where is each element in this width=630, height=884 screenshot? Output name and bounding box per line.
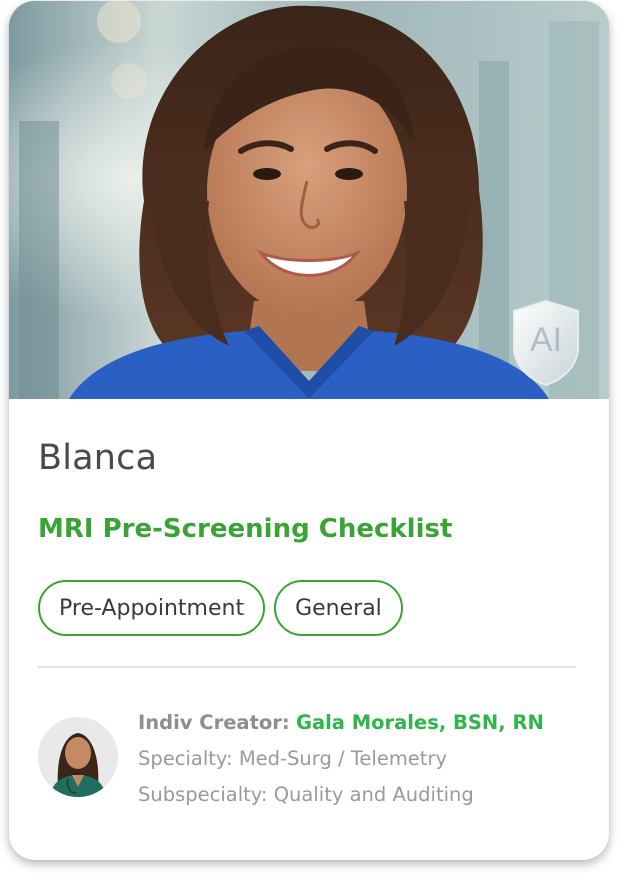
- shield-ai-icon: AI: [513, 299, 579, 387]
- subspecialty-value: Quality and Auditing: [273, 783, 474, 806]
- specialty-value: Med-Surg / Telemetry: [238, 747, 448, 770]
- tag-pre-appointment[interactable]: Pre-Appointment: [38, 580, 266, 636]
- divider: [38, 666, 576, 668]
- profile-photo: AI: [9, 1, 609, 399]
- checklist-title[interactable]: MRI Pre-Screening Checklist: [38, 514, 452, 544]
- profile-card[interactable]: AI Blanca MRI Pre-Screening Checklist Pr…: [9, 1, 609, 860]
- creator-line: Indiv Creator: Gala Morales, BSN, RN: [138, 709, 544, 745]
- creator-name[interactable]: Gala Morales, BSN, RN: [296, 711, 544, 734]
- ai-badge: AI: [512, 299, 580, 387]
- tag-list: Pre-Appointment General: [38, 580, 403, 636]
- tag-general[interactable]: General: [274, 580, 403, 636]
- subspecialty-label: Subspecialty:: [138, 783, 268, 806]
- agent-name: Blanca: [38, 438, 158, 478]
- specialty-line: Specialty: Med-Surg / Telemetry: [138, 745, 544, 781]
- creator-info: Indiv Creator: Gala Morales, BSN, RN Spe…: [138, 709, 544, 817]
- creator-label: Indiv Creator:: [138, 711, 290, 734]
- subspecialty-line: Subspecialty: Quality and Auditing: [138, 781, 544, 817]
- svg-text:AI: AI: [530, 321, 562, 359]
- creator-avatar[interactable]: [38, 717, 118, 797]
- specialty-label: Specialty:: [138, 747, 233, 770]
